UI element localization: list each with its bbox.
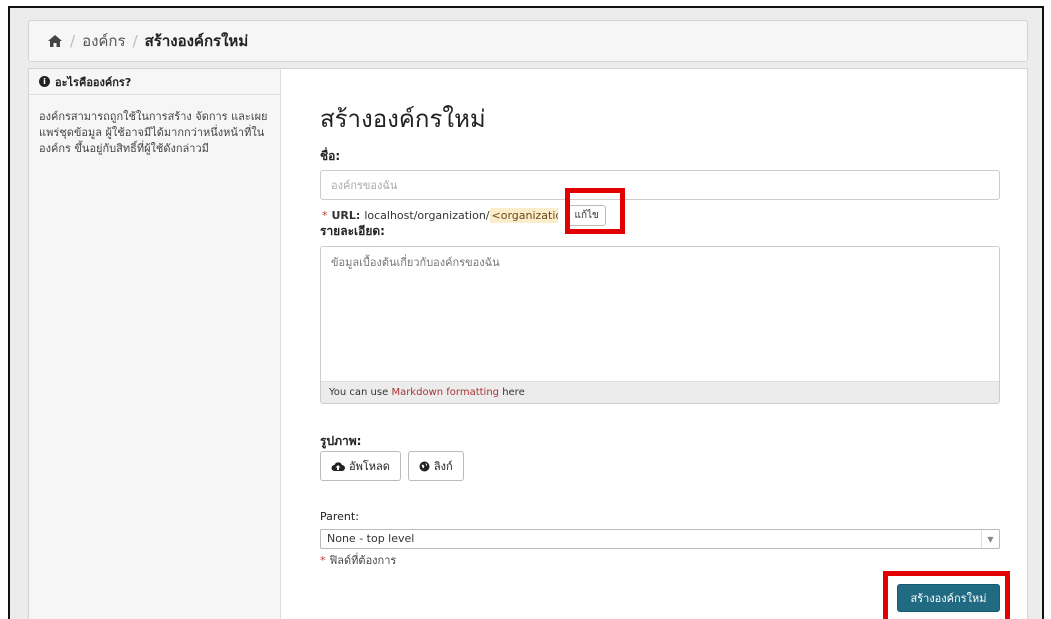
image-buttons: อัพโหลด ลิงก์ — [320, 451, 464, 481]
link-button-label: ลิงก์ — [433, 460, 453, 473]
cloud-upload-icon — [331, 461, 345, 471]
breadcrumb: / องค์กร / สร้างองค์กรใหม่ — [28, 20, 1028, 62]
name-label: ชื่อ: — [320, 149, 341, 163]
page-frame: / องค์กร / สร้างองค์กรใหม่ i อะไรคือองค์… — [8, 6, 1044, 619]
url-slug: <organization> — [489, 208, 558, 223]
parent-label: Parent: — [320, 510, 359, 523]
description-label: รายละเอียด: — [320, 224, 385, 238]
sidebar: i อะไรคือองค์กร? องค์กรสามารถถูกใช้ในการ… — [29, 69, 281, 619]
content-panel: i อะไรคือองค์กร? องค์กรสามารถถูกใช้ในการ… — [28, 68, 1028, 619]
link-button[interactable]: ลิงก์ — [407, 451, 464, 481]
main-form: สร้างองค์กรใหม่ ชื่อ: * URL: localhost/o… — [320, 69, 1010, 619]
markdown-link[interactable]: Markdown formatting — [391, 387, 499, 398]
required-note: * ฟิลด์ที่ต้องการ — [320, 551, 396, 569]
sidebar-heading: i อะไรคือองค์กร? — [29, 69, 280, 95]
description-field: You can use Markdown formatting here — [320, 246, 1000, 404]
parent-select[interactable]: None - top level ▼ — [320, 529, 1000, 549]
required-mark: * — [320, 554, 326, 567]
breadcrumb-separator: / — [70, 32, 76, 50]
breadcrumb-current: สร้างองค์กรใหม่ — [144, 32, 249, 50]
upload-button-label: อัพโหลด — [349, 460, 390, 473]
breadcrumb-separator: / — [132, 32, 138, 50]
sidebar-description: องค์กรสามารถถูกใช้ในการสร้าง จัดการ และเ… — [39, 110, 268, 155]
markdown-hint-suffix: here — [499, 387, 525, 398]
info-icon: i — [39, 76, 50, 87]
url-prefix: localhost/organization/ — [364, 209, 490, 222]
sidebar-heading-text: อะไรคือองค์กร? — [55, 75, 132, 89]
markdown-hint-prefix: You can use — [329, 387, 392, 398]
highlight-box-edit — [565, 188, 625, 234]
highlight-box-submit — [883, 571, 1010, 619]
upload-button[interactable]: อัพโหลด — [320, 451, 401, 481]
chevron-down-icon: ▼ — [981, 530, 999, 548]
name-input[interactable] — [320, 170, 1000, 200]
description-textarea[interactable] — [321, 247, 999, 381]
required-note-text: ฟิลด์ที่ต้องการ — [329, 554, 397, 567]
image-label: รูปภาพ: — [320, 434, 362, 448]
page-title: สร้างองค์กรใหม่ — [320, 105, 486, 133]
required-mark: * — [322, 209, 328, 222]
markdown-hint: You can use Markdown formatting here — [321, 381, 999, 403]
home-icon[interactable] — [47, 34, 63, 48]
breadcrumb-organizations[interactable]: องค์กร — [82, 29, 126, 53]
parent-select-value: None - top level — [327, 532, 415, 545]
globe-icon — [419, 461, 430, 471]
url-label: URL: — [331, 209, 361, 222]
